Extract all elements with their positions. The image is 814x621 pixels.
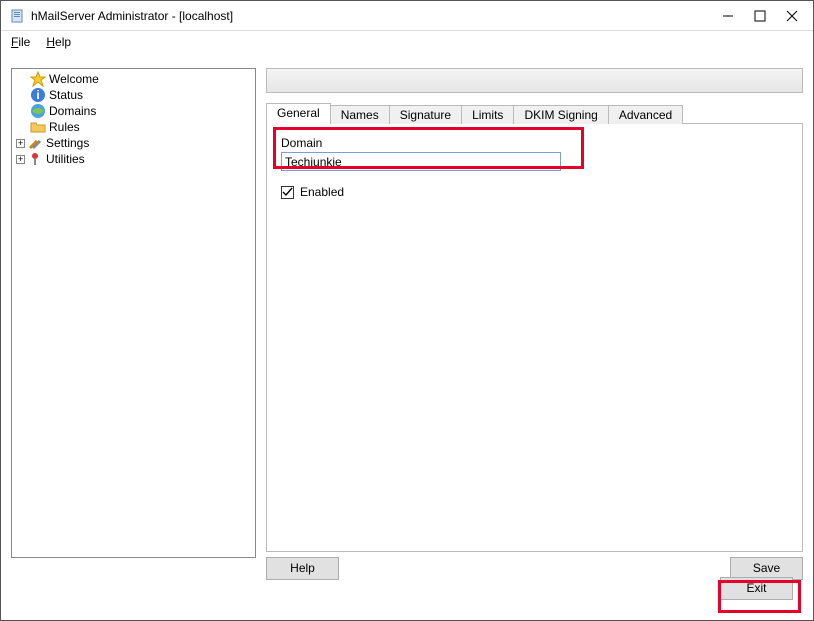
star-icon [30, 71, 46, 87]
menu-file[interactable]: File [11, 35, 30, 49]
tree-panel: Welcome i Status Domains Rules + Se [11, 68, 256, 558]
tab-bar: General Names Signature Limits DKIM Sign… [266, 103, 803, 124]
maximize-button[interactable] [753, 9, 767, 23]
tree-item-welcome[interactable]: Welcome [16, 71, 251, 87]
domain-label: Domain [281, 136, 788, 150]
svg-text:i: i [36, 88, 39, 102]
tree-item-utilities[interactable]: + Utilities [16, 151, 251, 167]
menubar: File Help [1, 31, 813, 53]
app-icon [9, 8, 25, 24]
titlebar: hMailServer Administrator - [localhost] [1, 1, 813, 31]
globe-icon [30, 103, 46, 119]
tree-item-domains[interactable]: Domains [16, 103, 251, 119]
tree-item-rules[interactable]: Rules [16, 119, 251, 135]
tab-content: Domain Enabled [266, 124, 803, 552]
tree-item-settings[interactable]: + Settings [16, 135, 251, 151]
expand-icon[interactable]: + [16, 155, 25, 164]
enabled-label: Enabled [300, 185, 344, 199]
utility-icon [27, 151, 43, 167]
tab-names[interactable]: Names [330, 105, 390, 124]
close-button[interactable] [785, 9, 799, 23]
domain-input[interactable] [281, 152, 561, 171]
tree-item-status[interactable]: i Status [16, 87, 251, 103]
window-title: hMailServer Administrator - [localhost] [31, 9, 721, 23]
tools-icon [27, 135, 43, 151]
enabled-checkbox[interactable] [281, 186, 294, 199]
tab-general[interactable]: General [266, 103, 331, 124]
minimize-button[interactable] [721, 9, 735, 23]
toolbar-strip [266, 68, 803, 93]
help-button[interactable]: Help [266, 557, 339, 580]
tab-dkim[interactable]: DKIM Signing [513, 105, 608, 124]
menu-help[interactable]: Help [46, 35, 71, 49]
expand-icon[interactable]: + [16, 139, 25, 148]
exit-button[interactable]: Exit [720, 577, 793, 600]
tab-limits[interactable]: Limits [461, 105, 514, 124]
tab-advanced[interactable]: Advanced [608, 105, 683, 124]
right-panel: General Names Signature Limits DKIM Sign… [266, 68, 803, 580]
tab-signature[interactable]: Signature [389, 105, 462, 124]
info-icon: i [30, 87, 46, 103]
folder-icon [30, 119, 46, 135]
